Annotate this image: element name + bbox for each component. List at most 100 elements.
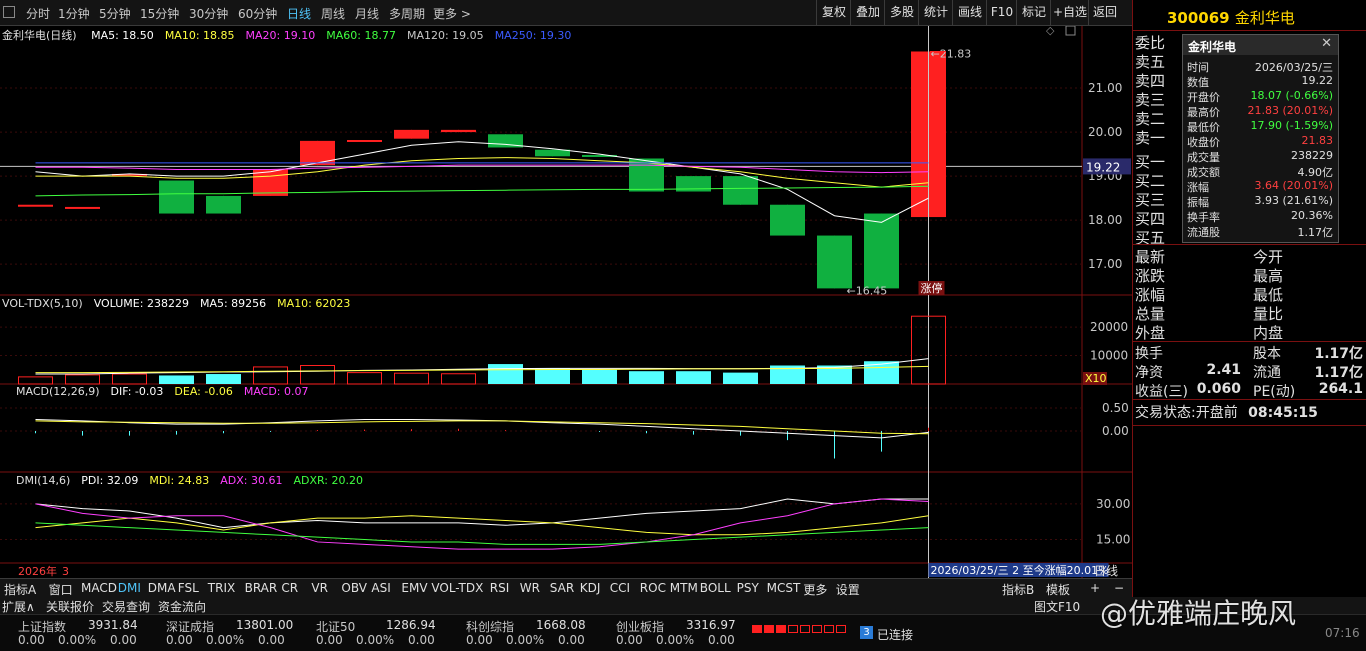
bottom-tab-2[interactable]: 交易查询 (102, 598, 150, 615)
volume-bar[interactable] (441, 373, 476, 385)
volume-bar[interactable] (159, 375, 194, 384)
indicator-tab-20[interactable]: MTM (670, 581, 698, 595)
candle[interactable] (441, 129, 476, 133)
volume-bar[interactable] (488, 364, 523, 384)
toolbar-button-2[interactable]: 多股 (884, 0, 919, 25)
period-tab-9[interactable]: 多周期 (389, 5, 425, 22)
orderbook-label: 买四 (1135, 210, 1166, 228)
candle[interactable] (65, 206, 100, 209)
candle[interactable] (723, 176, 758, 205)
indicator-tab-12[interactable]: EMV (401, 581, 427, 595)
indicator-tab-0[interactable]: 指标A (4, 581, 36, 598)
indicator-tab-24[interactable]: 更多 (803, 581, 827, 598)
indicator-tab-25[interactable]: 设置 (836, 581, 860, 598)
indicator-tab-11[interactable]: ASI (371, 581, 390, 595)
indicator-tab-3[interactable]: DMI (118, 581, 141, 595)
indicator-tab-22[interactable]: PSY (737, 581, 759, 595)
diamond-icon[interactable]: ◇ (1046, 26, 1055, 37)
toolbar-button-7[interactable]: +自选 (1050, 0, 1089, 25)
indicator-right-2[interactable]: + (1090, 581, 1100, 595)
bottom-tab-0[interactable]: 扩展∧ (2, 598, 35, 615)
candle[interactable] (159, 180, 194, 214)
indicator-tab-17[interactable]: KDJ (580, 581, 601, 595)
volume-bar[interactable] (206, 374, 241, 384)
volume-bar[interactable] (65, 374, 100, 385)
window-icon[interactable] (3, 6, 15, 18)
volume-bar[interactable] (253, 366, 288, 385)
period-tab-5[interactable]: 60分钟 (238, 5, 277, 22)
volume-bar[interactable] (629, 371, 664, 384)
indicator-tab-21[interactable]: BOLL (700, 581, 731, 595)
bottom-tab-3[interactable]: 资金流向 (158, 598, 206, 615)
indicator-tab-10[interactable]: OBV (341, 581, 367, 595)
toolbar-button-8[interactable]: 返回 (1088, 0, 1121, 25)
period-tab-1[interactable]: 1分钟 (58, 5, 90, 22)
toolbar-button-6[interactable]: 标记 (1016, 0, 1051, 25)
indicator-tab-1[interactable]: 窗口 (49, 581, 73, 598)
volume-bar[interactable] (582, 369, 617, 384)
candle[interactable] (253, 169, 288, 196)
stock-header[interactable]: 300069 金利华电 (1167, 7, 1295, 28)
toolbar-button-5[interactable]: F10 (986, 0, 1017, 25)
minimize-icon[interactable] (1065, 26, 1076, 36)
indicator-tab-14[interactable]: RSI (490, 581, 510, 595)
indicator-right-1[interactable]: 模板 (1046, 581, 1070, 598)
volume-bar[interactable] (18, 376, 53, 385)
volume-bar[interactable] (112, 373, 147, 385)
candle[interactable] (394, 129, 429, 139)
period-tab-4[interactable]: 30分钟 (189, 5, 228, 22)
indicator-tab-19[interactable]: ROC (640, 581, 666, 595)
indicator-tab-13[interactable]: VOL-TDX (431, 581, 483, 595)
volume-bar[interactable] (300, 365, 335, 385)
indicator-right-0[interactable]: 指标B (1002, 581, 1034, 598)
indicator-tab-18[interactable]: CCI (610, 581, 630, 595)
volume-bar[interactable] (535, 368, 570, 384)
indicator-tab-15[interactable]: WR (520, 581, 540, 595)
period-tab-10[interactable]: 更多 > (433, 5, 471, 22)
period-tab-6[interactable]: 日线 (287, 5, 311, 22)
period-tab-8[interactable]: 月线 (355, 5, 379, 22)
volume-bar[interactable] (347, 372, 382, 385)
close-icon[interactable]: ✕ (1321, 36, 1332, 51)
indicator-tab-6[interactable]: TRIX (208, 581, 235, 595)
candle[interactable] (817, 235, 852, 289)
f10-tab[interactable]: 图文F10 (1034, 598, 1080, 615)
candle[interactable] (629, 158, 664, 192)
stock-name: 金利华电 (1234, 9, 1295, 27)
popup-row-value: 19.22 (1301, 74, 1334, 87)
candle[interactable] (864, 213, 899, 289)
bottom-tab-1[interactable]: 关联报价 (46, 598, 94, 615)
indicator-tab-16[interactable]: SAR (550, 581, 574, 595)
price-tick-label: 21.00 (1088, 81, 1122, 95)
period-tab-7[interactable]: 周线 (321, 5, 345, 22)
index-value: 3316.97 (686, 618, 736, 632)
dmi-tick-label: 15.00 (1096, 533, 1130, 547)
indicator-tab-8[interactable]: CR (281, 581, 298, 595)
indicator-tab-7[interactable]: BRAR (245, 581, 278, 595)
orderbook-label: 卖五 (1135, 53, 1166, 71)
candle[interactable] (18, 204, 53, 207)
toolbar-button-4[interactable]: 画线 (952, 0, 987, 25)
toolbar-button-3[interactable]: 统计 (918, 0, 953, 25)
volume-bar[interactable] (723, 372, 758, 384)
indicator-tab-5[interactable]: FSL (178, 581, 199, 595)
indicator-tab-2[interactable]: MACD (81, 581, 117, 595)
volume-bar[interactable] (394, 372, 429, 385)
indicator-tab-4[interactable]: DMA (148, 581, 176, 595)
period-tab-2[interactable]: 5分钟 (99, 5, 131, 22)
candle[interactable] (206, 195, 241, 214)
popup-row-label: 数值 (1187, 76, 1209, 89)
candle[interactable] (300, 140, 335, 166)
index-amount: 0.00 (408, 633, 435, 647)
volume-bar[interactable] (676, 371, 711, 384)
popup-row-value: 17.90 (-1.59%) (1250, 119, 1333, 132)
candle[interactable] (347, 139, 382, 142)
period-tab-0[interactable]: 分时 (26, 5, 50, 22)
indicator-tab-9[interactable]: VR (311, 581, 328, 595)
indicator-tab-23[interactable]: MCST (767, 581, 801, 595)
candle[interactable] (770, 204, 805, 236)
vol_legend-legend-item: VOLUME: 238229 (93, 297, 189, 310)
toolbar-button-1[interactable]: 叠加 (850, 0, 885, 25)
toolbar-button-0[interactable]: 复权 (816, 0, 851, 25)
period-tab-3[interactable]: 15分钟 (140, 5, 179, 22)
